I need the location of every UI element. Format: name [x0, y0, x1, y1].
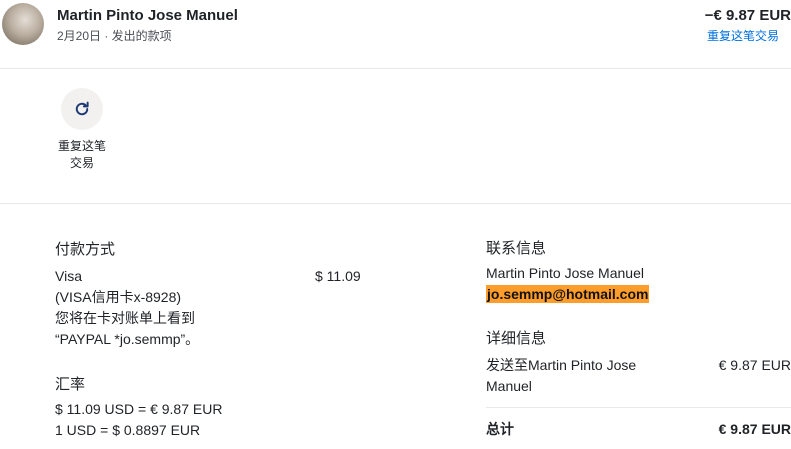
- payment-method-heading: 付款方式: [55, 241, 116, 258]
- transaction-amount: −€ 9.87 EUR: [704, 7, 791, 24]
- exchange-rate-heading: 汇率: [55, 376, 86, 393]
- recipient-name: Martin Pinto Jose Manuel: [57, 7, 238, 24]
- repeat-transaction-button[interactable]: 重复这笔 交易: [46, 88, 118, 172]
- total-divider: [486, 407, 791, 408]
- details-heading: 详细信息: [486, 330, 547, 347]
- refresh-icon: [75, 101, 89, 116]
- payment-amount: $ 11.09: [315, 268, 361, 284]
- contact-info-heading: 联系信息: [486, 240, 547, 257]
- repeat-transaction-link[interactable]: 重复这笔交易: [707, 27, 779, 44]
- card-detail: (VISA信用卡x-8928): [55, 289, 182, 305]
- sent-amount: € 9.87 EUR: [718, 357, 791, 373]
- contact-email-row: jo.semmp@hotmail.com: [486, 284, 650, 305]
- avatar: [2, 3, 44, 45]
- exchange-rate-line2: 1 USD = $ 0.8897 EUR: [55, 422, 201, 438]
- contact-name: Martin Pinto Jose Manuel: [486, 265, 644, 281]
- section-divider: [0, 203, 791, 204]
- sent-to-line1: 发送至Martin Pinto Jose: [486, 357, 637, 373]
- statement-note-line1: 您将在卡对账单上看到: [55, 310, 195, 326]
- transaction-header: Martin Pinto Jose Manuel 2月20日 · 发出的款项 −…: [0, 0, 791, 69]
- repeat-label-line2: 交易: [69, 156, 94, 170]
- total-label: 总计: [486, 421, 514, 437]
- repeat-button-label: 重复这笔 交易: [46, 138, 118, 172]
- transaction-date-type: 2月20日 · 发出的款项: [57, 29, 172, 43]
- repeat-button-circle[interactable]: [61, 88, 103, 130]
- card-type: Visa: [55, 268, 82, 284]
- repeat-label-line1: 重复这笔: [57, 139, 106, 153]
- sent-to-line2: Manuel: [486, 378, 532, 394]
- contact-email[interactable]: jo.semmp@hotmail.com: [486, 285, 650, 303]
- statement-note-line2: “PAYPAL *jo.semmp”。: [55, 331, 200, 347]
- total-amount: € 9.87 EUR: [718, 421, 791, 437]
- exchange-rate-line1: $ 11.09 USD = € 9.87 EUR: [55, 401, 223, 417]
